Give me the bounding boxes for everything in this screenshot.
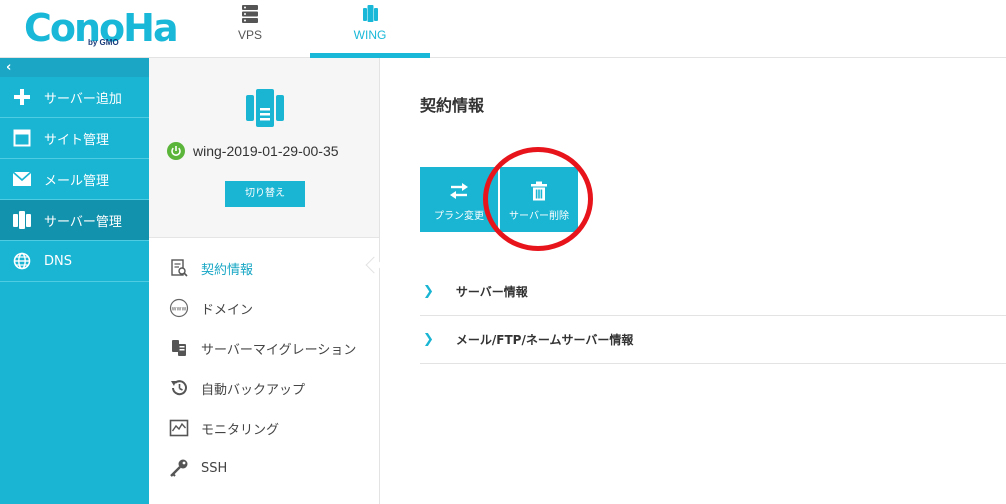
wing-server-icon [363,5,378,22]
chevron-right-icon: ❯ [423,284,434,299]
swap-icon [450,183,468,199]
submenu-item-migration[interactable]: サーバーマイグレーション [149,328,379,368]
backup-icon [169,378,189,398]
mail-icon [12,169,32,189]
monitoring-icon [169,418,189,438]
server-name-row: wing-2019-01-29-00-35 [167,142,339,160]
server-submenu-panel: wing-2019-01-29-00-35 切り替え 契約情報 www ドメイン… [149,58,383,504]
submenu-item-label: ドメイン [201,302,254,318]
power-on-icon [167,142,185,160]
highlight-circle-annotation [483,147,593,251]
sidebar-item-label: サーバー管理 [44,214,122,230]
conoha-logo[interactable]: ConoHa by GMO [24,6,179,50]
chevron-right-icon: ❯ [423,332,434,347]
server-sub-menu: 契約情報 www ドメイン サーバーマイグレーション 自動バックアップ モニタリ… [149,248,379,488]
page-title: 契約情報 [420,96,485,115]
submenu-item-label: モニタリング [201,422,280,438]
accordion-mail-ftp-ns-info[interactable]: ❯ メール/FTP/ネームサーバー情報 [420,316,1006,364]
sidebar-item-label: DNS [44,253,72,269]
sidebar-item-label: サーバー追加 [44,91,122,107]
accordion-label: メール/FTP/ネームサーバー情報 [455,333,634,347]
submenu-item-ssh[interactable]: SSH [149,448,379,488]
submenu-item-label: 自動バックアップ [201,382,306,398]
tab-vps-label: VPS [237,28,262,42]
submenu-item-label: 契約情報 [201,262,254,278]
www-icon: www [169,298,189,318]
key-icon [169,458,189,478]
sidebar-item-mail[interactable]: メール管理 [0,159,149,200]
sidebar-item-label: メール管理 [44,173,110,189]
globe-icon [12,251,32,271]
sidebar-item-dns[interactable]: DNS [0,241,149,282]
server-name: wing-2019-01-29-00-35 [193,143,339,159]
server-summary: wing-2019-01-29-00-35 切り替え [149,58,379,238]
tab-vps[interactable]: VPS [190,0,310,58]
migration-icon [169,338,189,358]
plus-icon [12,87,32,107]
window-icon [12,128,32,148]
wing-server-large-icon [246,89,284,127]
tab-wing[interactable]: WING [310,0,430,58]
sidebar-item-server[interactable]: サーバー管理 [0,200,149,241]
sidebar: ‹ サーバー追加 サイト管理 メール管理 サーバー管理 DNS [0,58,149,504]
accordion-label: サーバー情報 [455,285,528,299]
server-stack-icon [242,5,258,23]
submenu-item-backup[interactable]: 自動バックアップ [149,368,379,408]
submenu-item-label: SSH [201,460,228,476]
sidebar-item-site[interactable]: サイト管理 [0,118,149,159]
server-icon [12,210,32,230]
contract-icon [169,258,189,278]
logo-by-gmo: by GMO [88,38,119,47]
top-header: ConoHa by GMO VPS WING [0,0,1006,58]
sidebar-item-add-server[interactable]: サーバー追加 [0,77,149,118]
tab-wing-label: WING [353,28,387,42]
svg-text:www: www [172,306,187,313]
submenu-item-monitoring[interactable]: モニタリング [149,408,379,448]
switch-server-button[interactable]: 切り替え [225,181,305,207]
submenu-item-label: サーバーマイグレーション [201,342,357,358]
submenu-item-contract[interactable]: 契約情報 [149,248,379,288]
main-content: 契約情報 プラン変更 サーバー削除 ❯ サーバー情報 ❯ メール/FTP/ネーム… [381,58,1006,504]
submenu-item-domain[interactable]: www ドメイン [149,288,379,328]
sidebar-item-label: サイト管理 [44,132,110,148]
sidebar-collapse-button[interactable]: ‹ [0,58,149,77]
accordion-server-info[interactable]: ❯ サーバー情報 [420,268,1006,316]
